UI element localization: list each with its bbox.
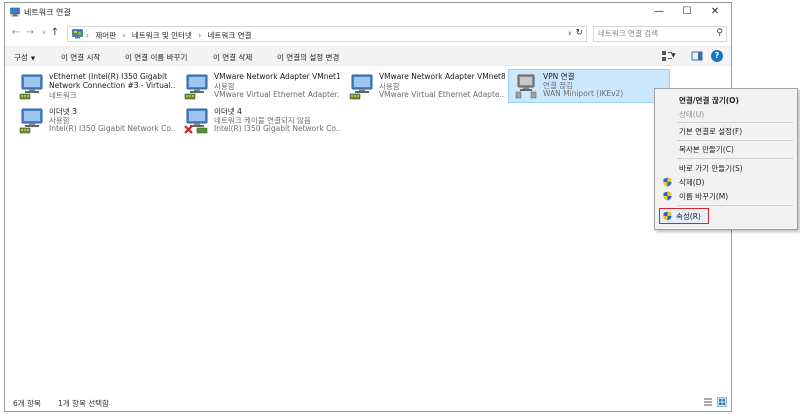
menu-item-connect-disconnect[interactable]: 연결/연결 끊기(O) [657, 93, 795, 107]
connection-item-vmnet1[interactable]: VMware Network Adapter VMnet1 사용함 VMware… [180, 71, 342, 105]
menu-item-label: 이름 바꾸기(M) [679, 192, 729, 201]
chevron-down-icon: ▼ [30, 56, 36, 62]
uac-shield-icon [663, 211, 672, 221]
menu-item-delete[interactable]: 삭제(D) [657, 175, 795, 189]
organize-button[interactable]: 구성 ▼ [14, 52, 35, 63]
menu-item-label: 바로 가기 만들기(S) [679, 164, 743, 173]
search-box[interactable]: ⚲ [593, 26, 727, 42]
large-icons-view-icon[interactable] [717, 397, 727, 407]
help-icon[interactable]: ? [711, 50, 723, 62]
view-controls: ▼ ? [633, 50, 723, 64]
menu-separator [677, 205, 793, 206]
menu-item-label: 기본 연결로 설정(F) [679, 127, 743, 136]
menu-separator [677, 158, 793, 159]
menu-item-copy[interactable]: 복사본 만들기(C) [657, 142, 795, 156]
status-bar: 6개 항목 1개 항목 선택함 [5, 394, 731, 411]
start-connection-button[interactable]: 이 연결 시작 [61, 52, 100, 63]
network-connections-window: 네트워크 연결 — ☐ ✕ ← → ∨ ↑ › 제어판 › 네트워크 및 인터넷… [4, 2, 732, 412]
up-button[interactable]: ↑ [49, 26, 61, 40]
connection-item-vmnet8[interactable]: VMware Network Adapter VMnet8 사용함 VMware… [345, 71, 507, 105]
menu-separator [677, 122, 793, 123]
menu-item-create-shortcut[interactable]: 바로 가기 만들기(S) [657, 161, 795, 175]
connection-item-vethernet[interactable]: vEthernet (Intel(R) I350 Gigabit Network… [15, 71, 177, 105]
breadcrumb-network-internet[interactable]: 네트워크 및 인터넷 [132, 31, 192, 40]
preview-pane-icon[interactable] [691, 50, 703, 62]
search-icon[interactable]: ⚲ [716, 28, 723, 38]
menu-item-set-default[interactable]: 기본 연결로 설정(F) [657, 124, 795, 138]
maximize-button[interactable]: ☐ [673, 3, 701, 21]
connection-device: VMware Virtual Ethernet Adapte... [379, 90, 505, 99]
network-adapter-icon [349, 74, 373, 100]
control-panel-icon [72, 29, 83, 39]
minimize-button[interactable]: — [645, 3, 673, 21]
uac-shield-icon [663, 177, 672, 187]
organize-label: 구성 [14, 53, 28, 62]
network-folder-icon [10, 7, 20, 17]
details-view-icon[interactable] [703, 397, 713, 407]
menu-separator [677, 140, 793, 141]
connection-name: VMware Network Adapter VMnet1 [214, 72, 340, 81]
breadcrumb-separator: › [198, 31, 202, 40]
address-row: ← → ∨ ↑ › 제어판 › 네트워크 및 인터넷 › 네트워크 연결 ∨ ↻ [5, 25, 731, 43]
connection-name: VMware Network Adapter VMnet8 [379, 72, 505, 81]
uac-shield-icon [663, 191, 672, 201]
selected-count: 1개 항목 선택함 [58, 399, 109, 408]
connection-device: WAN Miniport (IKEv2) [543, 89, 624, 98]
network-adapter-icon [184, 74, 208, 100]
breadcrumb: › 제어판 › 네트워크 및 인터넷 › 네트워크 연결 [86, 30, 255, 41]
refresh-icon[interactable]: ↻ [575, 28, 583, 38]
connection-device: Intel(R) I350 Gigabit Network Co... [49, 124, 175, 133]
forward-button[interactable]: → [24, 26, 36, 40]
network-adapter-icon [19, 74, 43, 100]
breadcrumb-separator: › [86, 31, 89, 40]
menu-item-label: 복사본 만들기(C) [679, 145, 734, 154]
connection-item-ethernet-4[interactable]: 이더넷 4 네트워크 케이블 연결되지 않음 Intel(R) I350 Gig… [180, 105, 342, 139]
connections-list: vEthernet (Intel(R) I350 Gigabit Network… [5, 67, 731, 395]
delete-connection-button[interactable]: 이 연결 삭제 [213, 52, 252, 63]
close-button[interactable]: ✕ [701, 3, 729, 21]
breadcrumb-control-panel[interactable]: 제어판 [95, 31, 116, 40]
breadcrumb-network-connections[interactable]: 네트워크 연결 [208, 31, 252, 40]
network-adapter-disconnected-icon [184, 108, 208, 134]
connection-item-vpn[interactable]: VPN 연결 연결 끊김 WAN Miniport (IKEv2) [508, 69, 670, 103]
context-menu: 연결/연결 끊기(O) 상태(U) 기본 연결로 설정(F) 복사본 만들기(C… [654, 88, 798, 230]
menu-item-properties[interactable]: 속성(R) [659, 208, 709, 224]
view-options-chevron-icon[interactable]: ▼ [671, 52, 683, 64]
connection-item-ethernet-3[interactable]: 이더넷 3 사용함 Intel(R) I350 Gigabit Network … [15, 105, 177, 139]
window-title: 네트워크 연결 [24, 8, 71, 17]
search-input[interactable] [598, 29, 708, 38]
title-bar: 네트워크 연결 — ☐ ✕ [5, 3, 731, 21]
item-count: 6개 항목 [13, 399, 41, 408]
address-bar[interactable]: › 제어판 › 네트워크 및 인터넷 › 네트워크 연결 ∨ ↻ [67, 26, 587, 42]
connection-device: 네트워크 [49, 91, 77, 100]
network-adapter-icon [19, 108, 43, 134]
menu-item-rename[interactable]: 이름 바꾸기(M) [657, 189, 795, 203]
connection-device: Intel(R) I350 Gigabit Network Co... [214, 124, 340, 133]
connection-device: VMware Virtual Ethernet Adapter... [214, 90, 340, 99]
vpn-icon [515, 74, 537, 99]
rename-connection-button[interactable]: 이 연결 이름 바꾸기 [125, 52, 187, 63]
back-button[interactable]: ← [10, 26, 22, 40]
menu-item-label: 삭제(D) [679, 178, 705, 187]
change-settings-button[interactable]: 이 연결의 설정 변경 [277, 52, 339, 63]
connection-status: Network Connection #3 - Virtual... [49, 81, 175, 90]
connection-name: vEthernet (Intel(R) I350 Gigabit [49, 72, 168, 81]
menu-item-label: 상태(U) [679, 110, 705, 119]
menu-item-status[interactable]: 상태(U) [657, 107, 795, 121]
menu-item-label: 속성(R) [676, 212, 701, 221]
address-dropdown-icon[interactable]: ∨ [568, 30, 572, 37]
menu-item-label: 연결/연결 끊기(O) [679, 96, 739, 105]
breadcrumb-separator: › [122, 31, 126, 40]
command-bar: 구성 ▼ 이 연결 시작 이 연결 이름 바꾸기 이 연결 삭제 이 연결의 설정… [5, 46, 731, 66]
